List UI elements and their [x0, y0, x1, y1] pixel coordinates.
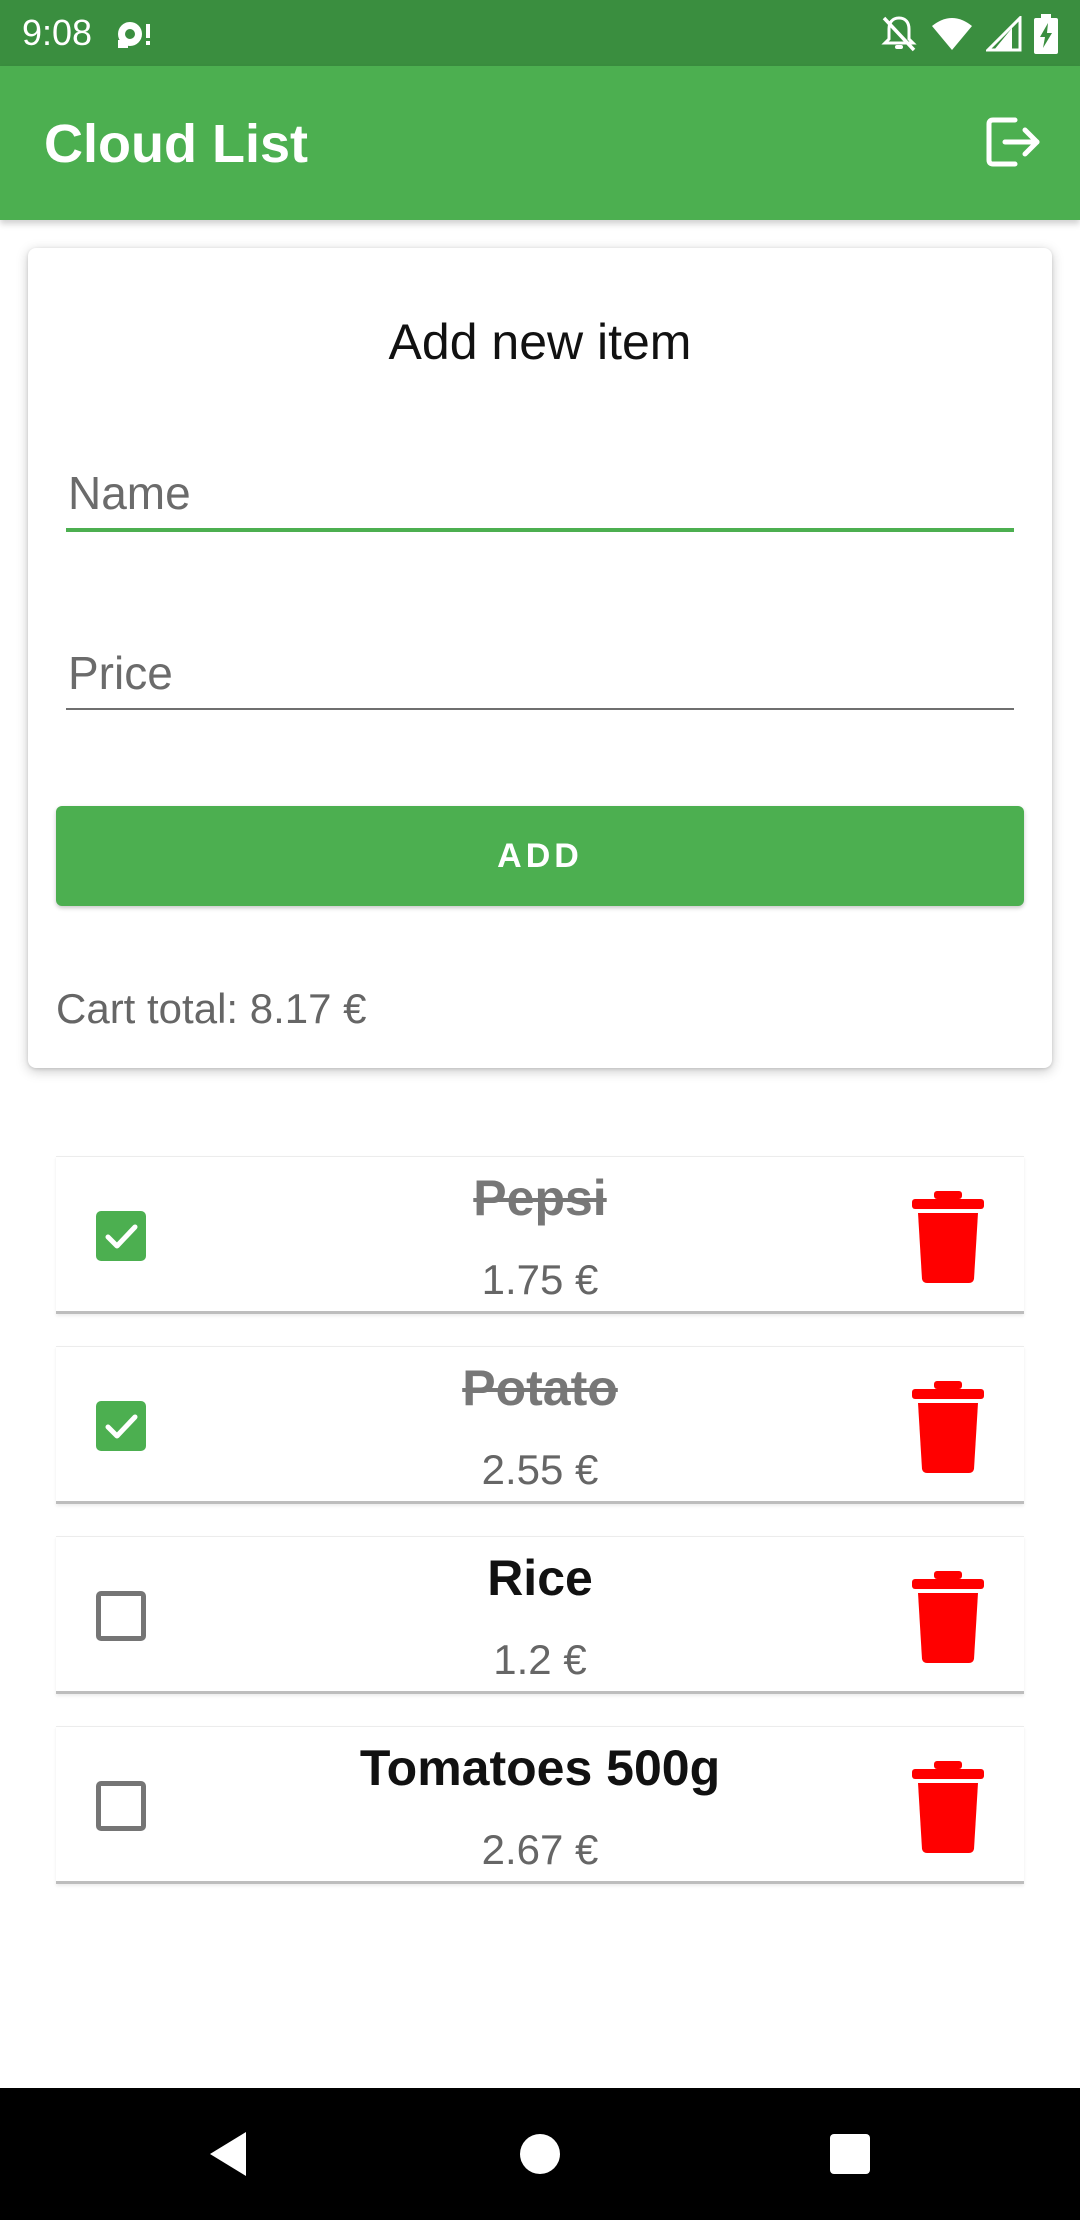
recents-icon — [830, 2134, 870, 2174]
delete-button[interactable] — [908, 1759, 988, 1855]
logout-button[interactable] — [982, 112, 1046, 176]
home-icon — [520, 2134, 560, 2174]
app-bar: Cloud List — [0, 66, 1080, 220]
trash-icon — [912, 1571, 984, 1663]
name-field-container — [66, 458, 1014, 532]
item-checkbox[interactable] — [96, 1591, 146, 1641]
list-item: Pepsi 1.75 € — [56, 1156, 1024, 1314]
mute-icon — [880, 14, 918, 54]
logout-icon — [985, 116, 1043, 173]
item-name: Pepsi — [473, 1170, 607, 1226]
trash-icon — [912, 1381, 984, 1473]
trash-icon — [912, 1761, 984, 1853]
home-button[interactable] — [512, 2126, 568, 2182]
status-icons — [880, 12, 1058, 56]
check-icon — [105, 1224, 138, 1249]
navigation-bar — [0, 2088, 1080, 2220]
price-field-container — [66, 638, 1014, 710]
item-price: 1.75 € — [481, 1256, 599, 1303]
item-name: Rice — [487, 1550, 593, 1606]
name-input[interactable] — [66, 458, 1014, 528]
item-checkbox[interactable] — [96, 1211, 146, 1261]
battery-charging-icon — [1034, 14, 1058, 54]
notification-icon — [114, 16, 154, 52]
item-name: Potato — [462, 1360, 618, 1416]
signal-icon — [986, 16, 1022, 52]
card-title: Add new item — [388, 314, 692, 370]
add-item-card: Add new item ADD Cart total: 8.17 € — [28, 248, 1052, 1068]
cart-total: Cart total: 8.17 € — [56, 985, 367, 1032]
wifi-icon — [930, 16, 974, 52]
delete-button[interactable] — [908, 1569, 988, 1665]
back-button[interactable] — [200, 2126, 256, 2182]
check-icon — [105, 1414, 138, 1439]
item-checkbox[interactable] — [96, 1781, 146, 1831]
status-bar: 9:08 — [0, 0, 1080, 66]
item-name: Tomatoes 500g — [359, 1740, 721, 1796]
item-checkbox[interactable] — [96, 1401, 146, 1451]
trash-icon — [912, 1191, 984, 1283]
item-price: 2.55 € — [481, 1446, 599, 1493]
recents-button[interactable] — [822, 2126, 878, 2182]
list-item: Rice 1.2 € — [56, 1536, 1024, 1694]
add-button[interactable]: ADD — [56, 806, 1024, 906]
item-price: 1.2 € — [493, 1636, 587, 1683]
shopping-list: Pepsi 1.75 € Potato 2.55 € Rice 1.2 € To… — [56, 1156, 1024, 1916]
back-icon — [210, 2132, 246, 2176]
delete-button[interactable] — [908, 1379, 988, 1475]
app-title: Cloud List — [44, 114, 308, 174]
price-input[interactable] — [66, 638, 1014, 708]
item-price: 2.67 € — [481, 1826, 599, 1873]
status-time: 9:08 — [22, 12, 93, 53]
delete-button[interactable] — [908, 1189, 988, 1285]
list-item: Tomatoes 500g 2.67 € — [56, 1726, 1024, 1884]
list-item: Potato 2.55 € — [56, 1346, 1024, 1504]
